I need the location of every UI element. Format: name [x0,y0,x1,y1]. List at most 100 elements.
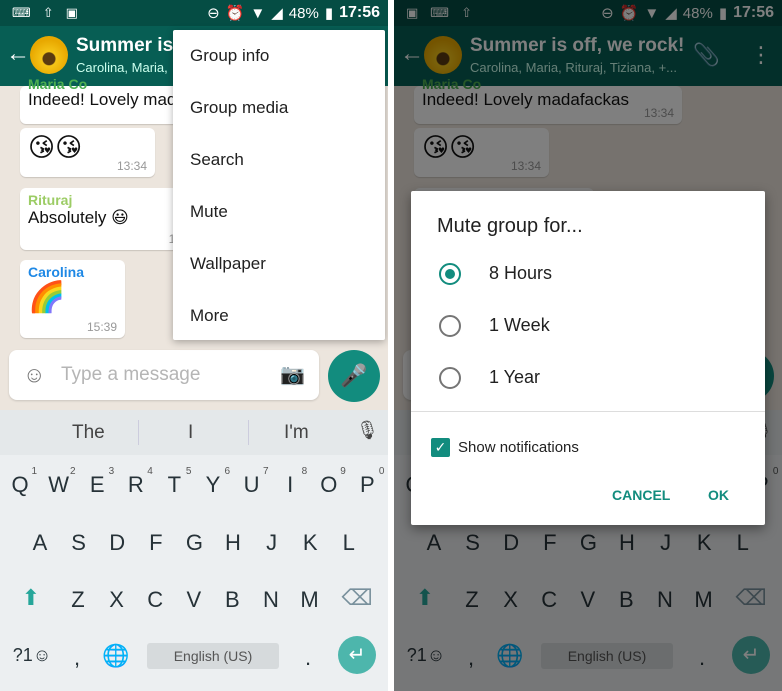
key-hint: 9 [340,466,346,477]
key-hint: 1 [31,466,37,477]
show-notifications-checkbox[interactable]: ✓ [431,438,450,457]
key-label: T [167,472,182,497]
keyboard: TheII'm🎙Q1W2E3R4T5Y6U7I8O9P0ASDFGHJKLZXC… [0,410,388,691]
message-bubble: Carolina🌈 15:39 [20,260,125,338]
option-label: 1 Week [489,315,550,335]
key-label: E [89,472,105,497]
key-d[interactable]: D [98,530,136,556]
menu-item-mute[interactable]: Mute [173,186,385,238]
cancel-button[interactable]: CANCEL [612,487,670,503]
message-input[interactable]: ☺ Type a message 📷 [9,350,319,400]
key-q[interactable]: Q1 [1,466,39,498]
clock: 17:56 [339,4,380,21]
radio-button[interactable] [439,315,461,337]
key-b[interactable]: B [213,587,251,613]
menu-item-group-info[interactable]: Group info [173,30,385,82]
key-label: R [127,472,144,497]
shift-key[interactable]: ⬆ [12,585,50,611]
enter-icon: ↵ [348,644,366,666]
suggestion-0[interactable]: The [72,422,105,444]
key-label: Q [11,472,29,497]
key-label: U [243,472,260,497]
signal-icon: ◢ [271,5,283,22]
menu-item-wallpaper[interactable]: Wallpaper [173,238,385,290]
battery-percent: 48% [288,4,319,22]
wifi-icon: ▼ [250,4,266,22]
group-title[interactable]: Summer is [76,35,173,57]
key-f[interactable]: F [137,530,175,556]
alarm-icon: ⏰ [225,5,245,22]
voice-record-button[interactable]: 🎤 [328,350,380,402]
key-w[interactable]: W2 [40,466,78,498]
message-sender: Rituraj [28,192,73,208]
key-label: Y [205,472,221,497]
space-bar[interactable]: English (US) [147,643,279,669]
camera-icon[interactable]: 📷 [280,362,305,387]
comma-key[interactable]: , [58,645,96,671]
key-label: W [48,472,69,497]
key-s[interactable]: S [60,530,98,556]
key-e[interactable]: E3 [78,466,116,498]
key-l[interactable]: L [330,530,368,556]
group-members[interactable]: Carolina, Maria, [76,60,168,75]
backspace-key[interactable]: ⌫ [338,585,376,611]
message-bubble: 😘😘13:34 [20,128,155,177]
option-label: 1 Year [489,367,541,387]
suggestion-divider [138,420,139,445]
menu-item-group-media[interactable]: Group media [173,82,385,134]
key-p[interactable]: P0 [348,466,386,498]
key-m[interactable]: M [291,587,329,613]
voice-input-icon[interactable]: 🎙 [356,420,379,441]
emoji-icon[interactable]: ☺ [23,362,45,388]
phone-dialog: ▣⌨⇧⊖⏰▼◢48%▮17:56←Summer is off, we rock!… [394,0,782,691]
key-u[interactable]: U7 [233,466,271,498]
key-label: O [320,472,338,497]
key-i[interactable]: I8 [271,466,309,498]
dialog-title: Mute group for... [437,215,583,237]
key-o[interactable]: O9 [310,466,348,498]
message-time: 15:39 [86,320,117,334]
suggestion-1[interactable]: I [188,422,193,444]
key-x[interactable]: X [98,587,136,613]
option-label: 8 Hours [489,263,553,283]
key-a[interactable]: A [21,530,59,556]
microphone-icon: 🎤 [340,363,368,388]
key-j[interactable]: J [253,530,291,556]
suggestion-bar: The I I'm 🎙 [0,410,388,455]
key-r[interactable]: R4 [117,466,155,498]
key-label: P [360,472,375,497]
key-t[interactable]: T5 [155,466,193,498]
key-n[interactable]: N [252,587,290,613]
language-key[interactable]: 🌐 [97,643,135,669]
overflow-menu: Group info Group media Search Mute Wallpaper… [173,30,385,340]
key-v[interactable]: V [175,587,213,613]
dialog-divider [411,411,765,412]
key-g[interactable]: G [175,530,213,556]
key-y[interactable]: Y6 [194,466,232,498]
menu-item-search[interactable]: Search [173,134,385,186]
back-arrow-icon[interactable]: ← [6,40,30,68]
key-label: I [287,472,294,497]
symbols-key[interactable]: ?1☺ [10,645,54,666]
message-time: 13:34 [116,159,147,173]
key-hint: 6 [224,466,230,477]
key-c[interactable]: C [136,587,174,613]
key-hint: 4 [147,466,153,477]
period-key[interactable]: . [289,645,327,671]
suggestion-2[interactable]: I'm [284,422,309,444]
show-notifications-label[interactable]: Show notifications [458,439,579,456]
key-z[interactable]: Z [59,587,97,613]
status-left-icons: ⌨ ⇧ ▣ [12,5,78,21]
enter-key[interactable]: ↵ [338,636,376,674]
message-input-placeholder[interactable]: Type a message [61,364,200,386]
key-h[interactable]: H [214,530,252,556]
ok-button[interactable]: OK [708,487,729,503]
image-icon: ▣ [65,5,78,20]
status-bar: ⌨ ⇧ ▣ ⊖ ⏰ ▼ ◢ 48% ▮ 17:56 [0,0,388,26]
key-k[interactable]: K [291,530,329,556]
radio-button[interactable] [439,263,461,285]
radio-button[interactable] [439,367,461,389]
message-text: Absolutely 😃 [28,208,129,227]
group-avatar[interactable] [30,36,68,74]
menu-item-more[interactable]: More [173,290,385,342]
